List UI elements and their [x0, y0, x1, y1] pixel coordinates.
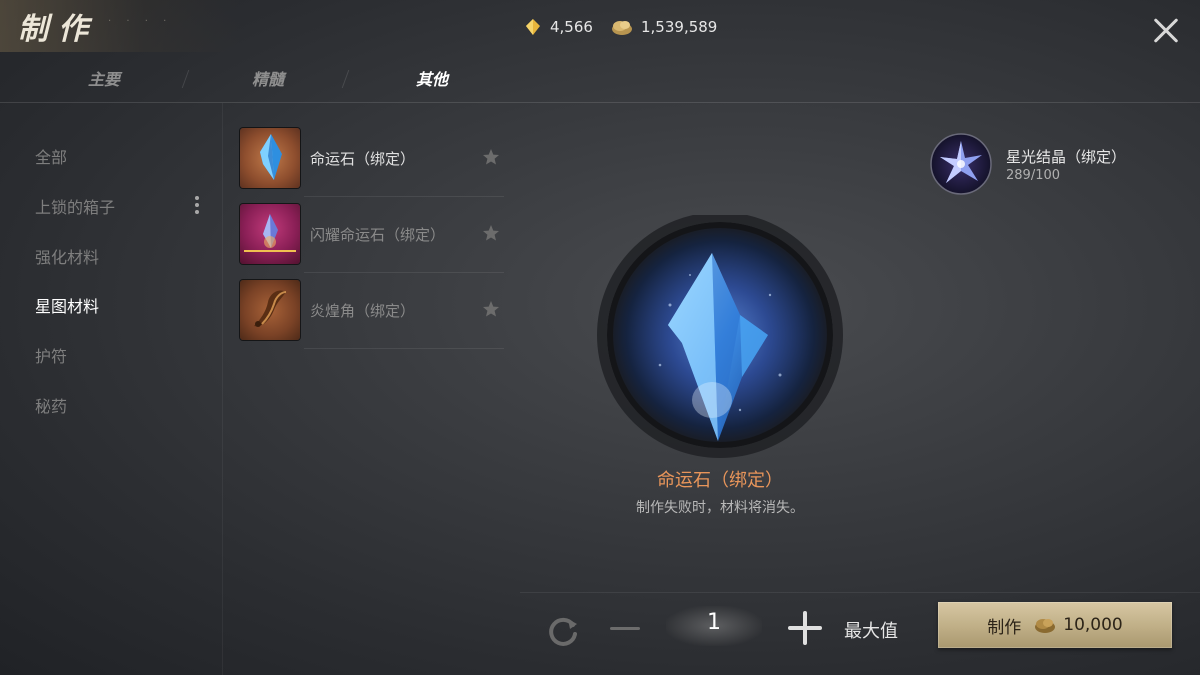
category-enhance-material[interactable]: 强化材料	[35, 244, 99, 268]
gold-currency: 1,539,589	[611, 14, 717, 40]
category-potion[interactable]: 秘药	[35, 393, 67, 417]
gold-currency-value: 1,539,589	[641, 18, 718, 36]
list-item-shining-fate-stone[interactable]: 闪耀命运石（绑定）	[238, 202, 508, 276]
list-item-fate-stone[interactable]: 命运石（绑定）	[238, 126, 508, 200]
item-name: 命运石（绑定）	[310, 150, 416, 168]
tab-separator	[341, 70, 350, 88]
material-name: 星光结晶（绑定）	[1006, 148, 1127, 166]
category-amulet[interactable]: 护符	[35, 343, 67, 367]
tab-separator	[181, 70, 190, 88]
favorite-star-icon[interactable]	[482, 300, 500, 318]
fate-stone-preview-icon	[597, 215, 843, 458]
detail-item-name: 命运石（绑定）	[657, 470, 783, 491]
list-separator	[304, 348, 504, 349]
favorite-star-icon[interactable]	[482, 224, 500, 242]
title-decoration: · · · ·	[108, 16, 173, 27]
favorite-star-icon[interactable]	[482, 148, 500, 166]
category-star-chart-material[interactable]: 星图材料	[35, 293, 99, 317]
tab-essence[interactable]: 精髓	[252, 66, 284, 90]
detail-description: 制作失败时，材料将消失。	[636, 500, 804, 516]
page-title: 制作	[18, 12, 98, 47]
tab-other[interactable]: 其他	[416, 66, 448, 90]
shining-fate-stone-icon	[240, 204, 300, 264]
list-item-flame-horn[interactable]: 炎煌角（绑定）	[238, 278, 508, 352]
gold-coin-icon	[612, 21, 632, 35]
list-separator	[304, 272, 504, 273]
crystal-currency: 4,566	[524, 14, 593, 40]
controls-divider	[520, 592, 1200, 593]
craft-cost: 10,000	[1063, 615, 1123, 635]
category-all[interactable]: 全部	[35, 144, 67, 168]
item-name: 炎煌角（绑定）	[310, 302, 416, 320]
decrease-quantity-button[interactable]	[610, 627, 640, 630]
craft-button-label: 制作	[987, 617, 1022, 638]
list-separator	[304, 196, 504, 197]
crystal-currency-icon	[526, 19, 540, 35]
flame-horn-icon	[240, 280, 300, 340]
max-quantity-button[interactable]: 最大值	[844, 617, 898, 643]
fate-stone-icon	[240, 128, 300, 188]
item-name: 闪耀命运石（绑定）	[310, 226, 446, 244]
sidebar-divider	[222, 103, 223, 675]
increase-quantity-button[interactable]	[788, 611, 822, 645]
starlight-crystal-icon[interactable]	[930, 133, 992, 195]
craft-button[interactable]: 制作 10,000	[938, 602, 1172, 648]
close-icon[interactable]	[1152, 16, 1180, 44]
material-count: 289/100	[1006, 168, 1061, 183]
category-locked-box[interactable]: 上锁的箱子	[35, 194, 115, 218]
crystal-currency-value: 4,566	[550, 18, 593, 36]
more-options-icon[interactable]	[195, 196, 199, 217]
header-divider	[0, 102, 1200, 103]
tab-main[interactable]: 主要	[88, 66, 120, 90]
quantity-value[interactable]: 1	[666, 610, 762, 635]
gold-coin-icon	[1035, 619, 1056, 633]
refresh-icon[interactable]	[546, 614, 580, 648]
